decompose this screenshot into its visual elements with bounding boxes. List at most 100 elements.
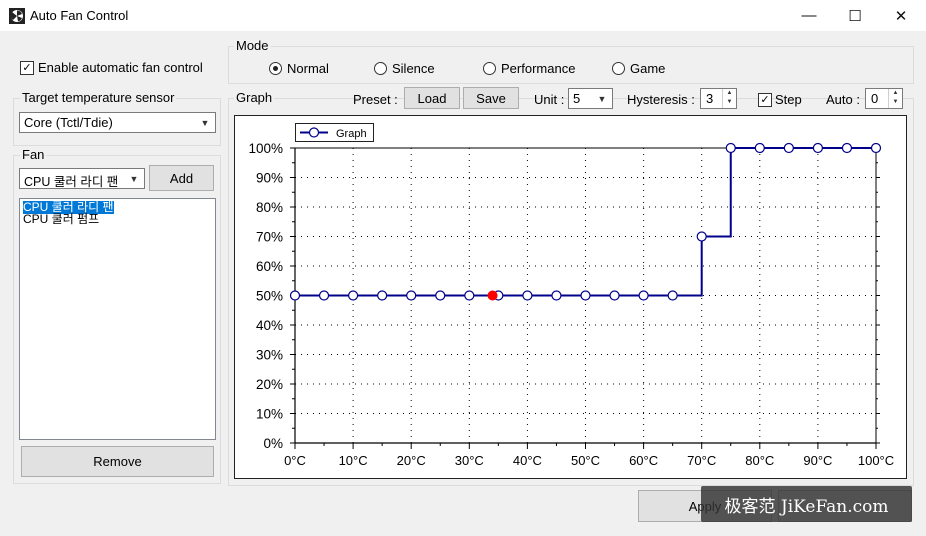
step-label: Step <box>775 92 802 107</box>
fan-curve-chart[interactable]: 0% 10% 20% 30% 40% 50% 60% 70% 80% 90% 100% 0°C 10°C… <box>234 115 907 479</box>
curve-point[interactable] <box>667 290 678 301</box>
app-icon <box>9 8 25 24</box>
mode-silence-label: Silence <box>392 61 435 76</box>
spin-up-icon[interactable]: ▲ <box>889 89 902 98</box>
x-tick-label: 80°C <box>745 453 774 468</box>
unit-select[interactable]: 5 ▼ <box>568 88 613 109</box>
y-tick-label: 40% <box>256 318 283 333</box>
curve-point[interactable] <box>406 290 417 301</box>
curve-point[interactable] <box>551 290 562 301</box>
fan-group-label: Fan <box>20 147 47 162</box>
fan-select[interactable]: CPU 쿨러 라디 팬 ▼ <box>19 168 145 189</box>
fan-list-item[interactable]: CPU 쿨러 펌프 <box>23 213 99 226</box>
x-tick-label: 90°C <box>803 453 832 468</box>
title-bar: Auto Fan Control — ☐ ✕ <box>0 0 926 31</box>
curve-point[interactable] <box>464 290 475 301</box>
add-fan-button[interactable]: Add <box>149 165 214 191</box>
curve-point[interactable] <box>377 290 388 301</box>
y-tick-label: 90% <box>256 171 283 186</box>
mode-game-label: Game <box>630 61 666 76</box>
x-tick-label: 20°C <box>397 453 426 468</box>
chevron-down-icon: ▼ <box>200 117 210 128</box>
chart-legend: Graph <box>295 123 374 142</box>
fan-list[interactable]: CPU 쿨러 라디 팬 CPU 쿨러 펌프 <box>19 198 216 440</box>
chart-frame <box>234 115 907 479</box>
spinner-buttons[interactable]: ▲ ▼ <box>888 89 902 108</box>
curve-point[interactable] <box>841 142 853 154</box>
fan-select-value: CPU 쿨러 라디 팬 <box>24 175 119 189</box>
graph-group-label: Graph <box>234 90 275 105</box>
current-temperature-point <box>487 290 498 301</box>
curve-point[interactable] <box>696 231 707 242</box>
close-icon: ✕ <box>894 7 908 25</box>
curve-point[interactable] <box>783 142 794 154</box>
minimize-button[interactable]: — <box>786 0 832 31</box>
curve-point[interactable] <box>318 290 330 301</box>
y-tick-label: 0% <box>263 436 283 451</box>
remove-fan-button[interactable]: Remove <box>21 446 214 477</box>
hysteresis-value: 3 <box>706 91 714 106</box>
chevron-down-icon: ▼ <box>597 93 607 104</box>
sensor-group-label: Target temperature sensor <box>20 90 177 105</box>
x-tick-label: 50°C <box>571 453 600 468</box>
curve-point[interactable] <box>435 290 446 301</box>
y-tick-label: 100% <box>248 141 283 156</box>
enable-auto-fan-label: Enable automatic fan control <box>38 60 203 75</box>
save-preset-button[interactable]: Save <box>463 87 519 109</box>
mode-normal-label: Normal <box>287 61 329 76</box>
preset-label: Preset : <box>353 92 398 107</box>
mode-group-label: Mode <box>234 38 271 53</box>
chevron-down-icon: ▼ <box>129 173 139 184</box>
x-tick-label: 10°C <box>339 453 368 468</box>
x-tick-label: 100°C <box>858 453 894 468</box>
curve-point[interactable] <box>347 290 359 301</box>
legend-marker <box>308 127 320 138</box>
radio-icon[interactable] <box>374 62 387 75</box>
curve-point[interactable] <box>580 290 591 301</box>
auto-value: 0 <box>871 91 879 106</box>
curve-point[interactable] <box>812 142 824 154</box>
auto-spinner[interactable]: 0 ▲ ▼ <box>865 88 903 109</box>
y-tick-label: 50% <box>256 289 283 304</box>
y-tick-label: 80% <box>256 200 283 215</box>
radio-icon[interactable] <box>612 62 625 75</box>
unit-label: Unit : <box>534 92 565 107</box>
step-checkbox[interactable]: ✓ <box>758 93 772 107</box>
checkmark-icon: ✓ <box>760 93 770 106</box>
sensor-select[interactable]: Core (Tctl/Tdie) ▼ <box>19 112 216 133</box>
x-tick-label: 0°C <box>284 453 306 468</box>
spinner-buttons[interactable]: ▲ ▼ <box>722 89 736 108</box>
curve-point[interactable] <box>289 290 301 301</box>
maximize-button[interactable]: ☐ <box>832 0 878 31</box>
y-tick-label: 10% <box>256 407 283 422</box>
curve-point[interactable] <box>725 142 736 154</box>
curve-point[interactable] <box>870 142 882 154</box>
hysteresis-spinner[interactable]: 3 ▲ ▼ <box>700 88 737 109</box>
auto-label: Auto : <box>826 92 860 107</box>
minimize-icon: — <box>801 7 817 24</box>
curve-point[interactable] <box>638 290 649 301</box>
x-tick-label: 60°C <box>629 453 658 468</box>
curve-point[interactable] <box>754 142 765 154</box>
spin-down-icon[interactable]: ▼ <box>889 98 902 107</box>
sensor-value: Core (Tctl/Tdie) <box>24 115 113 130</box>
curve-point[interactable] <box>609 290 620 301</box>
y-tick-label: 20% <box>256 377 283 392</box>
curve-point[interactable] <box>522 290 533 301</box>
y-tick-label: 70% <box>256 230 283 245</box>
x-tick-label: 40°C <box>513 453 542 468</box>
spin-up-icon[interactable]: ▲ <box>723 89 736 98</box>
radio-icon[interactable] <box>483 62 496 75</box>
hysteresis-label: Hysteresis : <box>627 92 695 107</box>
close-button[interactable]: ✕ <box>878 0 924 31</box>
mode-performance-label: Performance <box>501 61 576 76</box>
enable-auto-fan-checkbox[interactable]: ✓ <box>20 61 34 75</box>
maximize-icon: ☐ <box>848 7 862 25</box>
checkmark-icon: ✓ <box>22 61 32 74</box>
radio-selected-icon[interactable] <box>269 62 282 75</box>
x-tick-label: 30°C <box>455 453 484 468</box>
watermark: 极客范 JiKeFan.com <box>701 486 912 522</box>
window-title: Auto Fan Control <box>30 8 129 23</box>
spin-down-icon[interactable]: ▼ <box>723 98 736 107</box>
load-preset-button[interactable]: Load <box>404 87 460 109</box>
